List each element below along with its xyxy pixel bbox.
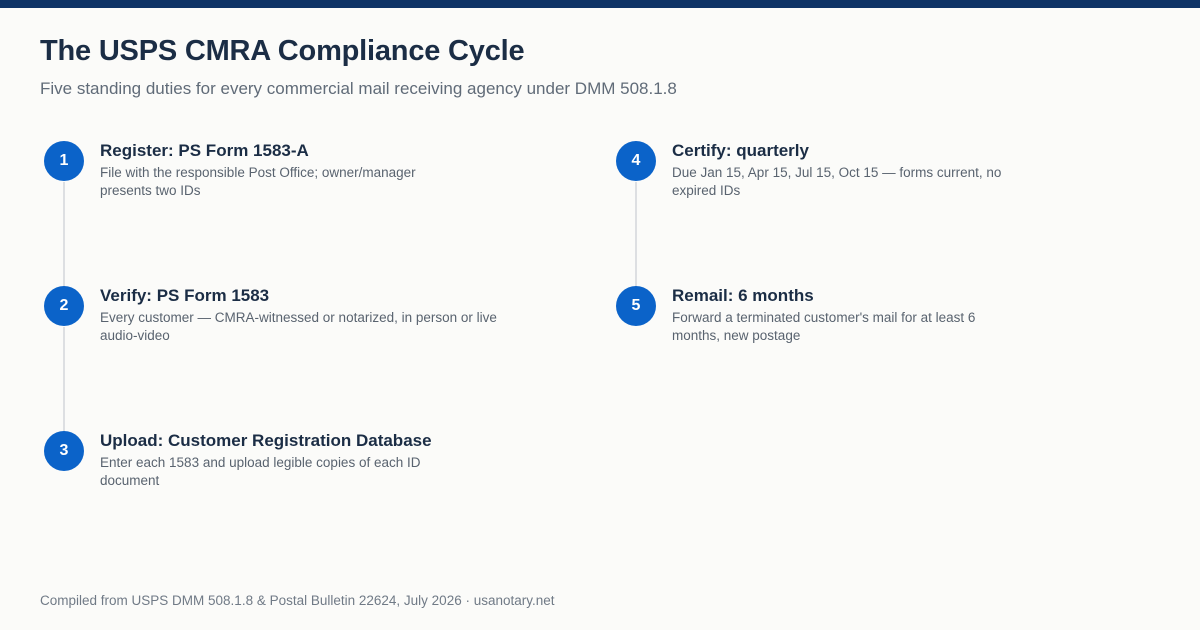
connector-2-3 <box>63 327 65 433</box>
step-description: File with the responsible Post Office; o… <box>100 165 416 198</box>
step-description: Due Jan 15, Apr 15, Jul 15, Oct 15 — for… <box>672 165 1002 198</box>
step-description: Every customer — CMRA-witnessed or notar… <box>100 310 497 343</box>
page-title: The USPS CMRA Compliance Cycle <box>40 35 525 67</box>
step-title: Certify: quarterly <box>672 141 809 160</box>
step-number-badge: 1 <box>44 141 84 181</box>
page-subtitle: Five standing duties for every commercia… <box>40 79 677 98</box>
step-description: Forward a terminated customer's mail for… <box>672 310 976 343</box>
connector-1-2 <box>63 182 65 288</box>
top-accent-bar <box>0 0 1200 8</box>
source-footer: Compiled from USPS DMM 508.1.8 & Postal … <box>40 593 555 608</box>
step-number-badge: 3 <box>44 431 84 471</box>
step-number-badge: 5 <box>616 286 656 326</box>
step-number-badge: 2 <box>44 286 84 326</box>
step-title: Upload: Customer Registration Database <box>100 431 432 450</box>
connector-4-5 <box>635 182 637 288</box>
step-title: Remail: 6 months <box>672 286 814 305</box>
step-title: Verify: PS Form 1583 <box>100 286 270 305</box>
step-title: Register: PS Form 1583-A <box>100 141 309 160</box>
step-description: Enter each 1583 and upload legible copie… <box>100 455 421 488</box>
step-number-badge: 4 <box>616 141 656 181</box>
